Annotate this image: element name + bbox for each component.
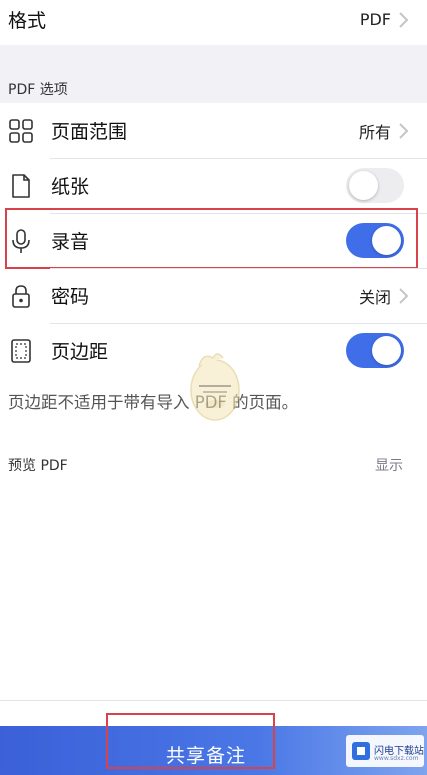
grid-icon: [9, 118, 33, 143]
margins-icon: [11, 338, 31, 363]
chevron-right-icon: [399, 287, 409, 304]
format-row[interactable]: 格式 PDF: [0, 0, 427, 47]
format-label: 格式: [8, 10, 47, 32]
chevron-right-icon: [399, 122, 409, 139]
show-preview-link[interactable]: 显示: [375, 455, 403, 475]
password-row[interactable]: 密码 关闭: [0, 268, 427, 323]
logo-mark-icon: [352, 742, 370, 760]
watermark-mascot-image: [190, 353, 240, 421]
lock-icon: [12, 284, 30, 308]
password-value: 关闭: [358, 287, 391, 307]
paper-label: 纸张: [51, 176, 90, 198]
page-range-row[interactable]: 页面范围 所有: [0, 103, 427, 158]
page-range-label: 页面范围: [51, 121, 128, 143]
paper-toggle[interactable]: [346, 168, 404, 203]
recording-highlight-box: [5, 208, 418, 269]
logo-subtitle: www.sdxz.com: [374, 755, 419, 762]
divider: [0, 700, 427, 701]
toggle-knob: [372, 336, 401, 365]
toggle-knob: [349, 171, 378, 200]
format-value: PDF: [359, 10, 391, 29]
preview-area: [0, 377, 427, 726]
margins-toggle[interactable]: [346, 333, 404, 368]
share-highlight-box: [106, 713, 275, 769]
page-range-value: 所有: [358, 122, 391, 142]
margins-note-overlay: 页边距不适用于带有导入 PDF 的页面。: [8, 393, 299, 412]
chevron-right-icon: [399, 11, 409, 28]
pdf-options-header: PDF 选项: [8, 82, 68, 98]
watermark-logo: 闪电下载站 www.sdxz.com: [346, 735, 424, 767]
margins-label: 页边距: [51, 341, 109, 363]
password-label: 密码: [51, 286, 90, 308]
preview-pdf-title: 预览 PDF: [8, 458, 68, 474]
paper-row: 纸张: [0, 158, 427, 213]
document-icon: [12, 173, 30, 198]
